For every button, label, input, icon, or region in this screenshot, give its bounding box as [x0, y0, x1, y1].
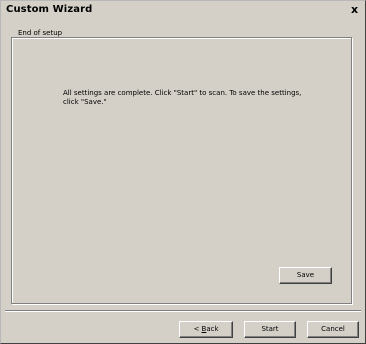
save-button[interactable]: Save [279, 267, 332, 284]
cancel-button[interactable]: Cancel [307, 321, 359, 338]
title-bar[interactable]: Custom Wizard x [1, 1, 365, 20]
completion-message: All settings are complete. Click "Start"… [63, 89, 302, 106]
group-legend: End of setup [15, 29, 66, 37]
close-icon[interactable]: x [348, 4, 361, 16]
window-title: Custom Wizard [6, 4, 93, 15]
back-label-rest: ack [206, 325, 219, 333]
start-button[interactable]: Start [244, 321, 296, 338]
button-separator [5, 310, 361, 312]
back-button[interactable]: < Back [179, 321, 233, 338]
end-of-setup-group [11, 37, 353, 305]
custom-wizard-window: Custom Wizard x End of setup All setting… [0, 0, 366, 344]
back-prefix: < [193, 325, 202, 333]
